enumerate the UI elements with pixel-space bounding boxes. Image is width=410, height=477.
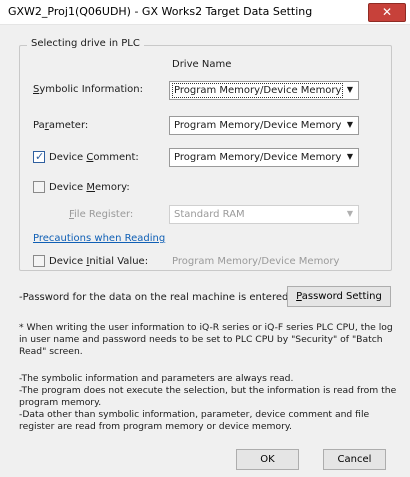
note-line: -The program does not execute the select… <box>19 385 397 396</box>
chevron-down-icon: ▼ <box>346 209 353 218</box>
device-comment-drive-select[interactable]: Program Memory/Device Memory ▼ <box>169 148 359 167</box>
device-initial-value-drive: Program Memory/Device Memory <box>172 256 340 267</box>
note-line: -The symbolic information and parameters… <box>19 373 294 384</box>
security-note: * When writing the user information to i… <box>19 322 404 358</box>
device-initial-value-label: Device Initial Value: <box>49 256 149 267</box>
device-comment-drive-value: Program Memory/Device Memory <box>174 152 342 163</box>
checkmark-icon: ✓ <box>35 150 45 163</box>
device-comment-checkbox[interactable]: ✓ <box>33 150 45 163</box>
device-memory-label: Device Memory: <box>49 182 130 193</box>
device-comment-label: Device Comment: <box>49 152 139 163</box>
drive-name-header: Drive Name <box>172 59 232 70</box>
window-title: GXW2_Proj1(Q06UDH) - GX Works2 Target Da… <box>8 5 313 18</box>
read-behavior-note: -The symbolic information and parameters… <box>19 373 404 433</box>
note-line: -Data other than symbolic information, p… <box>19 409 370 420</box>
precautions-link[interactable]: Precautions when Reading <box>33 233 165 244</box>
chevron-down-icon: ▼ <box>346 120 353 129</box>
note-line: * When writing the user information to i… <box>19 322 393 333</box>
note-line: register are read from program memory or… <box>19 421 292 432</box>
drive-group-legend: Selecting drive in PLC <box>27 38 144 49</box>
note-line: Read" screen. <box>19 346 83 357</box>
chevron-down-icon: ▼ <box>346 85 353 94</box>
password-note: -Password for the data on the real machi… <box>19 292 292 303</box>
chevron-down-icon: ▼ <box>346 152 353 161</box>
close-button[interactable]: ✕ <box>368 3 406 22</box>
cancel-button[interactable]: Cancel <box>323 449 386 470</box>
device-initial-value-checkbox[interactable] <box>33 255 45 267</box>
parameter-drive-value: Program Memory/Device Memory <box>174 120 342 131</box>
file-register-drive-select[interactable]: Standard RAM ▼ <box>169 205 359 224</box>
parameter-drive-select[interactable]: Program Memory/Device Memory ▼ <box>169 116 359 135</box>
symbolic-info-drive-select[interactable]: Program Memory/Device Memory ▼ <box>169 81 359 100</box>
close-icon: ✕ <box>381 5 393 19</box>
note-line: program memory. <box>19 397 102 408</box>
symbolic-info-drive-value: Program Memory/Device Memory <box>171 83 344 98</box>
title-bar: GXW2_Proj1(Q06UDH) - GX Works2 Target Da… <box>0 0 410 25</box>
password-setting-button[interactable]: Password Setting <box>287 286 391 307</box>
device-memory-checkbox[interactable] <box>33 181 45 193</box>
parameter-label: Parameter: <box>33 120 89 131</box>
ok-button[interactable]: OK <box>236 449 299 470</box>
note-line: in user name and password needs to be se… <box>19 334 383 345</box>
symbolic-info-label: Symbolic Information: <box>33 84 143 95</box>
file-register-drive-value: Standard RAM <box>174 209 245 220</box>
file-register-label: File Register: <box>69 209 134 220</box>
